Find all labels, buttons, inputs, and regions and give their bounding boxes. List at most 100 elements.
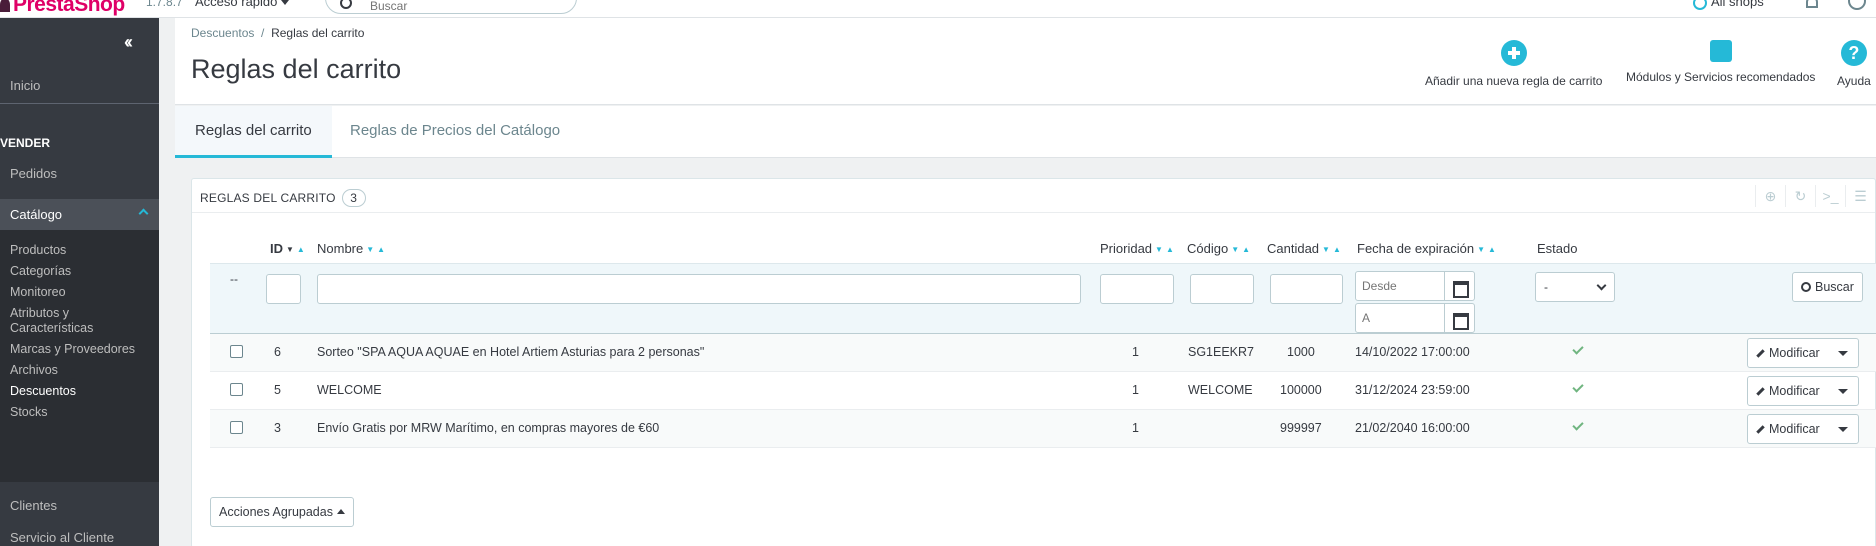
- calendar-icon[interactable]: [1445, 271, 1475, 301]
- quick-access-menu[interactable]: Acceso rápido: [195, 0, 290, 9]
- col-header-quantity[interactable]: Cantidad ▼ ▲: [1267, 241, 1341, 256]
- col-header-priority[interactable]: Prioridad ▼ ▲: [1100, 241, 1174, 256]
- filter-name-input[interactable]: [317, 274, 1081, 304]
- sidebar-item-products[interactable]: Productos: [10, 243, 66, 257]
- cell-quantity: 100000: [1280, 383, 1322, 397]
- cell-expiration: 14/10/2022 17:00:00: [1355, 345, 1470, 359]
- count-badge: 3: [341, 189, 366, 207]
- help-button[interactable]: ? Ayuda: [1837, 40, 1871, 88]
- sidebar-item-home[interactable]: Inicio: [10, 78, 40, 93]
- add-new-icon[interactable]: ⊕: [1755, 185, 1785, 207]
- filter-quantity-input[interactable]: [1270, 274, 1343, 304]
- sidebar: ‹‹ Inicio VENDER Pedidos Catálogo Produc…: [0, 18, 159, 546]
- cart-rules-panel: REGLAS DEL CARRITO 3 ⊕ ↻ >_ ☰ ID ▼ ▲ Nombre ▼ ▲ …: [191, 178, 1876, 546]
- filter-code-input[interactable]: [1190, 274, 1254, 304]
- sql-query-icon[interactable]: >_: [1815, 185, 1845, 207]
- sort-desc-icon[interactable]: ▼: [1322, 245, 1330, 254]
- sort-asc-icon[interactable]: ▲: [1166, 245, 1174, 254]
- filter-row: -- - Buscar: [210, 263, 1876, 334]
- cell-name[interactable]: Sorteo "SPA AQUA AQUAE en Hotel Artiem A…: [317, 345, 704, 359]
- row-checkbox[interactable]: [230, 383, 243, 396]
- calendar-icon[interactable]: [1445, 303, 1475, 333]
- row-checkbox[interactable]: [230, 345, 243, 358]
- sort-asc-icon[interactable]: ▲: [1242, 245, 1250, 254]
- cell-name[interactable]: Envío Gratis por MRW Marítimo, en compra…: [317, 421, 659, 435]
- col-priority-label: Prioridad: [1100, 241, 1153, 256]
- sort-desc-icon[interactable]: ▼: [1477, 245, 1485, 254]
- sidebar-item-customer-service[interactable]: Servicio al Cliente: [10, 530, 114, 545]
- row-checkbox[interactable]: [230, 421, 243, 434]
- page-header: Descuentos / Reglas del carrito Reglas d…: [175, 18, 1876, 105]
- header-search[interactable]: [325, 0, 577, 14]
- tab-catalog-price-rules[interactable]: Reglas de Precios del Catálogo: [330, 106, 580, 158]
- row-actions-dropdown-icon[interactable]: [1828, 339, 1858, 367]
- sort-desc-icon[interactable]: ▼: [1231, 245, 1239, 254]
- sidebar-item-attributes[interactable]: Atributos y: [10, 306, 69, 320]
- database-export-icon[interactable]: ☰: [1845, 185, 1875, 207]
- prestashop-logo[interactable]: PrestaShop: [0, 0, 125, 17]
- bulk-actions-button[interactable]: Acciones Agrupadas: [210, 497, 354, 527]
- sidebar-section-sell: VENDER: [0, 136, 51, 150]
- sidebar-item-stocks[interactable]: Stocks: [10, 405, 48, 419]
- panel-header: REGLAS DEL CARRITO 3 ⊕ ↻ >_ ☰: [192, 179, 1875, 213]
- cell-name[interactable]: WELCOME: [317, 383, 382, 397]
- check-enabled-icon[interactable]: [1572, 343, 1584, 355]
- quick-access-label: Acceso rápido: [195, 0, 278, 9]
- user-account-icon[interactable]: [1848, 0, 1866, 10]
- sidebar-item-discounts[interactable]: Descuentos: [10, 384, 76, 398]
- sort-desc-icon[interactable]: ▼: [286, 245, 294, 254]
- shop-selector[interactable]: All shops: [1693, 0, 1764, 10]
- recommended-modules-button[interactable]: Módulos y Servicios recomendados: [1626, 40, 1815, 84]
- col-code-label: Código: [1187, 241, 1229, 256]
- sidebar-item-features[interactable]: Características: [10, 321, 93, 335]
- header-search-input[interactable]: [370, 0, 550, 13]
- col-header-id[interactable]: ID ▼ ▲: [270, 241, 305, 256]
- edit-button[interactable]: Modificar: [1747, 414, 1859, 444]
- shop-selector-label: All shops: [1711, 0, 1764, 9]
- col-expiration-label: Fecha de expiración: [1357, 241, 1475, 256]
- filter-id-input[interactable]: [266, 274, 301, 304]
- sort-desc-icon[interactable]: ▼: [1155, 245, 1163, 254]
- col-quantity-label: Cantidad: [1267, 241, 1320, 256]
- pencil-icon: [1756, 425, 1765, 434]
- sidebar-item-customers[interactable]: Clientes: [10, 498, 57, 513]
- search-button[interactable]: Buscar: [1792, 272, 1863, 302]
- sort-desc-icon[interactable]: ▼: [366, 245, 374, 254]
- col-header-expiration[interactable]: Fecha de expiración ▼ ▲: [1357, 241, 1496, 256]
- tab-cart-rules[interactable]: Reglas del carrito: [175, 106, 332, 158]
- filter-date-from-input[interactable]: [1355, 271, 1445, 301]
- filter-status-select[interactable]: -: [1535, 272, 1615, 302]
- sort-asc-icon[interactable]: ▲: [297, 245, 305, 254]
- breadcrumb-parent[interactable]: Descuentos: [191, 26, 254, 40]
- page-title: Reglas del carrito: [191, 54, 402, 84]
- logo-mark-icon: [0, 0, 10, 13]
- edit-button[interactable]: Modificar: [1747, 338, 1859, 368]
- add-cart-rule-button[interactable]: Añadir una nueva regla de carrito: [1425, 40, 1602, 88]
- sort-asc-icon[interactable]: ▲: [377, 245, 385, 254]
- row-actions-dropdown-icon[interactable]: [1828, 415, 1858, 443]
- sidebar-item-brands[interactable]: Marcas y Proveedores: [10, 342, 135, 356]
- filter-priority-input[interactable]: [1100, 274, 1174, 304]
- filter-date-to-input[interactable]: [1355, 303, 1445, 333]
- refresh-icon[interactable]: ↻: [1785, 185, 1815, 207]
- row-actions-dropdown-icon[interactable]: [1828, 377, 1858, 405]
- cell-code: WELCOME: [1188, 383, 1253, 397]
- col-header-name[interactable]: Nombre ▼ ▲: [317, 241, 385, 256]
- check-enabled-icon[interactable]: [1572, 381, 1584, 393]
- add-circle-icon: [1500, 40, 1527, 66]
- col-header-code[interactable]: Código ▼ ▲: [1187, 241, 1250, 256]
- sidebar-item-catalog[interactable]: Catálogo: [0, 199, 159, 230]
- sidebar-item-categories[interactable]: Categorías: [10, 264, 71, 278]
- sidebar-item-monitoring[interactable]: Monitoreo: [10, 285, 66, 299]
- notifications-bell-icon[interactable]: [1806, 0, 1818, 8]
- edit-button-label: Modificar: [1769, 384, 1820, 398]
- sort-asc-icon[interactable]: ▲: [1488, 245, 1496, 254]
- catalog-submenu: Productos Categorías Monitoreo Atributos…: [0, 230, 159, 482]
- edit-button[interactable]: Modificar: [1747, 376, 1859, 406]
- sidebar-item-orders[interactable]: Pedidos: [10, 166, 57, 181]
- sidebar-item-files[interactable]: Archivos: [10, 363, 58, 377]
- collapse-sidebar-icon[interactable]: ‹‹: [124, 32, 133, 53]
- check-enabled-icon[interactable]: [1572, 419, 1584, 431]
- sort-asc-icon[interactable]: ▲: [1333, 245, 1341, 254]
- add-cart-rule-label: Añadir una nueva regla de carrito: [1425, 74, 1603, 88]
